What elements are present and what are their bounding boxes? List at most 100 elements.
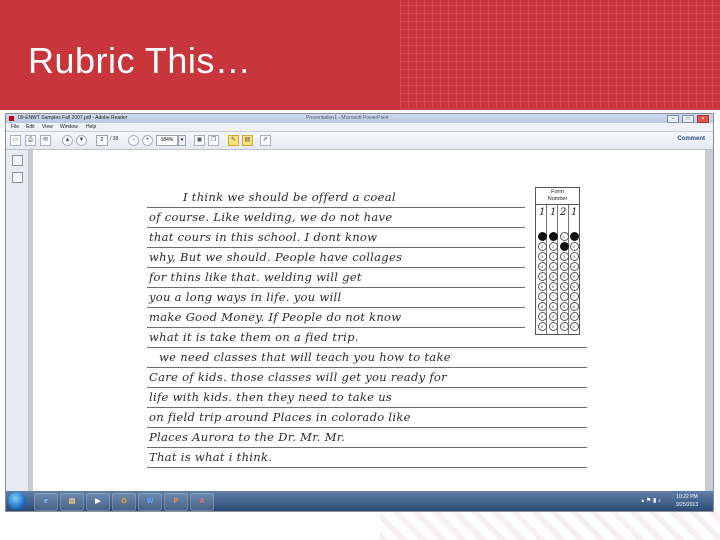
form-digit: 1 — [571, 207, 578, 218]
print-icon[interactable]: ⎙ — [25, 135, 36, 146]
word-icon[interactable]: W — [138, 493, 162, 511]
slide-header: Rubric This… — [0, 0, 720, 110]
form-digit: 2 — [560, 207, 567, 218]
essay-line: that cours in this school. I dont know — [149, 230, 378, 244]
form-bubble: 7 — [548, 292, 558, 301]
form-label-line2: Number — [547, 196, 568, 202]
form-bubble: 0 — [537, 322, 547, 331]
window-title: 09-ENWT Samples Fall 2007.pdf - Adobe Re… — [18, 115, 128, 121]
chevron-down-icon[interactable]: ▾ — [178, 135, 186, 146]
essay-line: why, But we should. People have collages — [149, 250, 403, 264]
email-icon[interactable]: ✉ — [40, 135, 51, 146]
form-bubble: 2 — [548, 242, 558, 251]
page-total: / 38 — [110, 136, 119, 142]
zoom-level-input[interactable]: 184% — [156, 135, 178, 146]
page-number-input[interactable]: 2 — [96, 135, 108, 146]
ruled-line — [147, 287, 525, 288]
zoom-out-icon[interactable]: − — [128, 135, 139, 146]
form-bubble: 3 — [537, 252, 547, 261]
menu-window[interactable]: Window — [60, 123, 78, 131]
internet-explorer-icon[interactable]: e — [34, 493, 58, 511]
form-bubble: 6 — [569, 282, 579, 291]
close-button[interactable]: × — [697, 115, 709, 123]
pdf-page: I think we should be offerd a coeal of c… — [33, 150, 705, 491]
taskbar: e ▤ ▶ O W P A ▴ ⚑ ▮ ♪ 10:22 PM 9/25/2013 — [6, 491, 713, 511]
minimize-button[interactable]: – — [667, 115, 679, 123]
form-bubble: 6 — [537, 282, 547, 291]
form-bubble — [569, 232, 579, 241]
form-bubble: 8 — [569, 302, 579, 311]
form-bubble: 9 — [559, 312, 569, 321]
form-bubble: 4 — [548, 262, 558, 271]
document-area: I think we should be offerd a coeal of c… — [29, 150, 713, 491]
form-digit: 1 — [550, 207, 557, 218]
form-bubble: 2 — [569, 242, 579, 251]
form-bubble: 0 — [559, 322, 569, 331]
essay-line: Places Aurora to the Dr. Mr. Mr. — [149, 430, 346, 444]
clock[interactable]: 10:22 PM 9/25/2013 — [667, 493, 707, 509]
form-bubble: 0 — [548, 322, 558, 331]
sign-icon[interactable]: ✐ — [260, 135, 271, 146]
header-pattern — [400, 0, 720, 110]
comment-link[interactable]: Comment — [677, 135, 705, 144]
essay-line: what it is take them on a fied trip. — [149, 330, 359, 344]
form-bubble: 7 — [569, 292, 579, 301]
media-player-icon[interactable]: ▶ — [86, 493, 110, 511]
window-center-title: Presentation1 - Microsoft PowerPoint — [306, 115, 389, 121]
form-bubble: 4 — [559, 262, 569, 271]
attachment-icon[interactable] — [12, 172, 23, 183]
down-arrow-icon[interactable]: ▼ — [76, 135, 87, 146]
form-label-line1: Form — [551, 189, 564, 195]
form-bubble: 5 — [548, 272, 558, 281]
open-icon[interactable]: ▭ — [10, 135, 21, 146]
essay-line: life with kids. then they need to take u… — [149, 390, 393, 404]
form-bubble: 5 — [537, 272, 547, 281]
powerpoint-icon[interactable]: P — [164, 493, 188, 511]
start-button[interactable] — [8, 492, 26, 510]
up-arrow-icon[interactable]: ▲ — [62, 135, 73, 146]
ruled-line — [147, 307, 525, 308]
essay-line: make Good Money. If People do not know — [149, 310, 402, 324]
outlook-icon[interactable]: O — [112, 493, 136, 511]
ruled-line — [147, 387, 587, 388]
window-controls: – □ × — [667, 115, 709, 123]
maximize-button[interactable]: □ — [682, 115, 694, 123]
save-icon[interactable]: ▣ — [194, 135, 205, 146]
form-bubble — [559, 242, 569, 251]
ruled-line — [147, 427, 587, 428]
zoom-in-icon[interactable]: + — [142, 135, 153, 146]
comment-bubble-icon[interactable]: ✎ — [228, 135, 239, 146]
form-number-box: Form Number 1 1 2 1 12223333444455556666… — [535, 187, 580, 335]
essay-line: That is what i think. — [149, 450, 273, 464]
menu-help[interactable]: Help — [86, 123, 96, 131]
highlight-icon[interactable]: ▤ — [242, 135, 253, 146]
essay-line: on field trip around Places in colorado … — [149, 410, 411, 424]
essay-line: for thins like that. welding will get — [149, 270, 362, 284]
form-bubble: 9 — [548, 312, 558, 321]
form-bubble: 7 — [537, 292, 547, 301]
reader-title-bar: 09-ENWT Samples Fall 2007.pdf - Adobe Re… — [6, 114, 713, 123]
pages-icon[interactable] — [12, 155, 23, 166]
essay-line: I think we should be offerd a coeal — [183, 190, 396, 204]
ruled-line — [147, 447, 587, 448]
adobe-reader-taskbar-icon[interactable]: A — [190, 493, 214, 511]
form-bubble: 6 — [559, 282, 569, 291]
ruled-line — [147, 247, 525, 248]
form-bubble: 1 — [559, 232, 569, 241]
menu-file[interactable]: File — [11, 123, 19, 131]
essay-line: Care of kids. those classes will get you… — [149, 370, 447, 384]
essay-line: you a long ways in life. you will — [149, 290, 342, 304]
ruled-line — [147, 207, 525, 208]
ruled-line — [147, 407, 587, 408]
menu-edit[interactable]: Edit — [26, 123, 35, 131]
ruled-line — [147, 227, 525, 228]
system-tray-icons[interactable]: ▴ ⚑ ▮ ♪ — [641, 497, 661, 504]
menu-view[interactable]: View — [42, 123, 53, 131]
left-navigation-panel — [6, 150, 29, 491]
form-bubble: 6 — [548, 282, 558, 291]
toolbar: ▭ ⎙ ✉ ▲ ▼ 2 / 38 − + 184% ▾ ▣ ❐ ✎ ▤ ✐ Co… — [6, 132, 713, 150]
copy-icon[interactable]: ❐ — [208, 135, 219, 146]
form-bubble: 4 — [569, 262, 579, 271]
form-bubble: 9 — [569, 312, 579, 321]
file-explorer-icon[interactable]: ▤ — [60, 493, 84, 511]
